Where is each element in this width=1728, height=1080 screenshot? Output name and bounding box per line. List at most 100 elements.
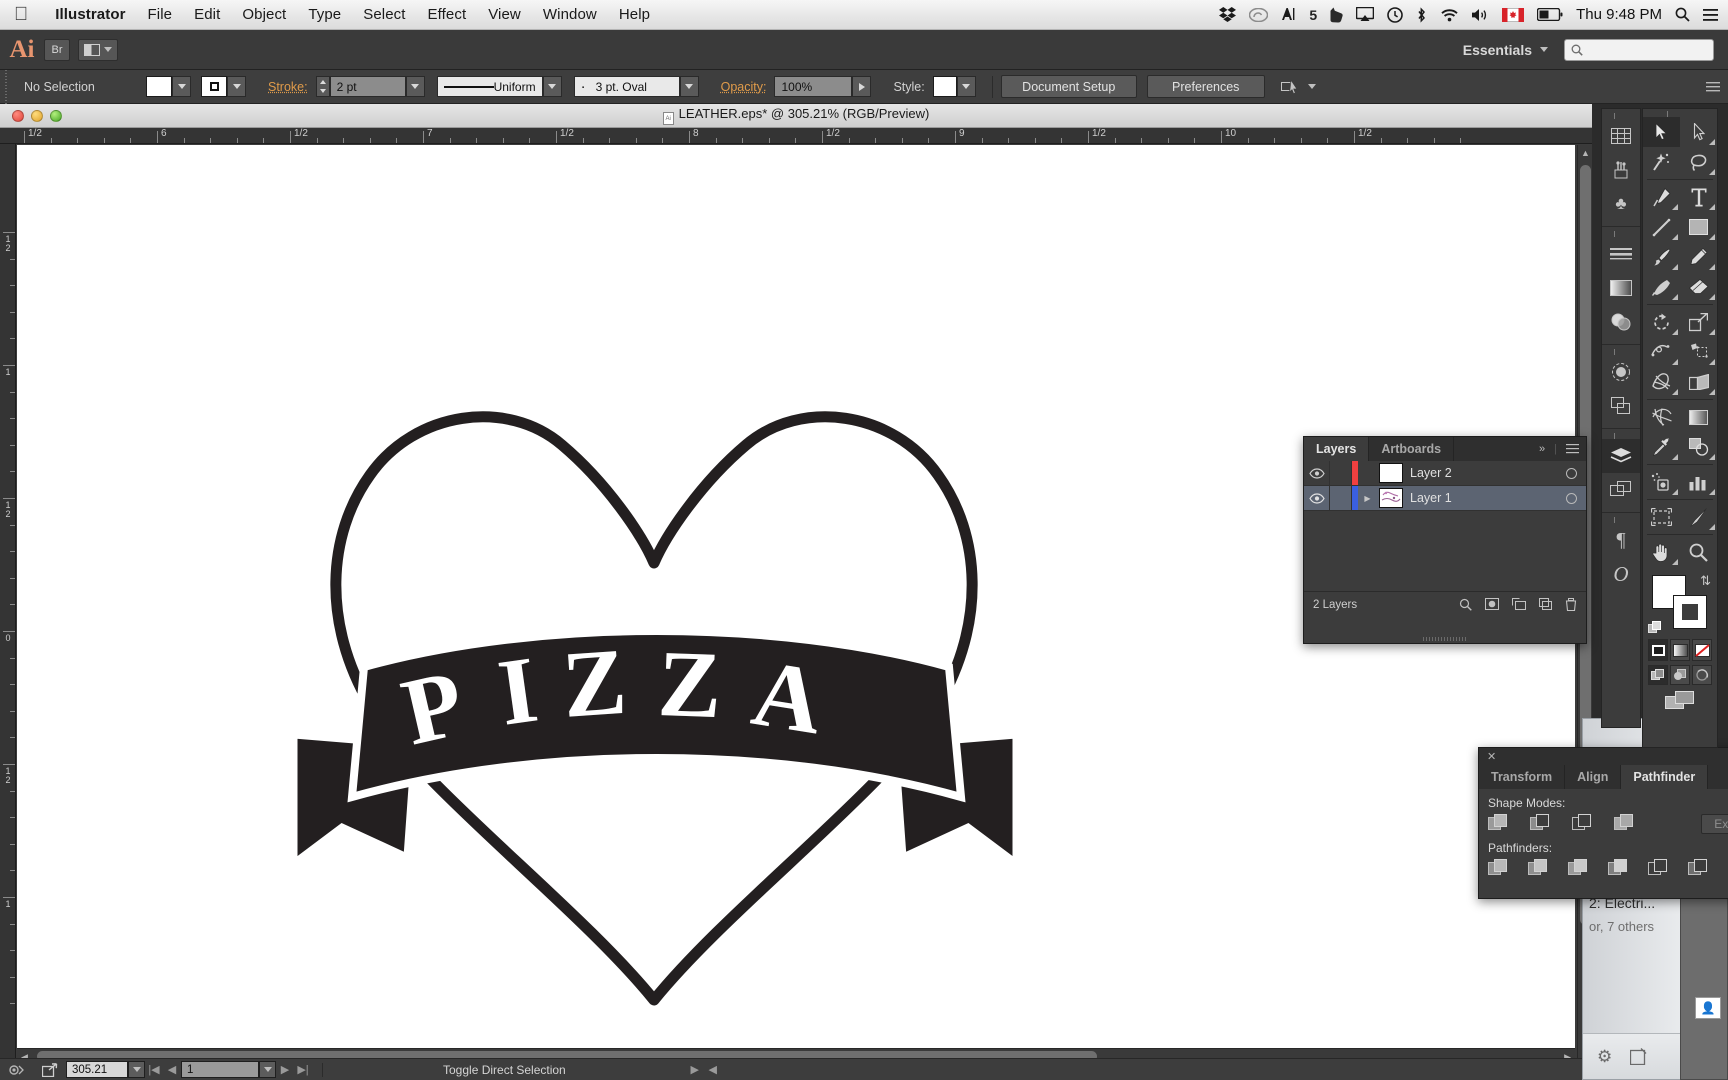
- workspace-switcher[interactable]: Essentials: [1455, 42, 1540, 58]
- stroke-icon[interactable]: [1602, 237, 1640, 271]
- rotate-tool[interactable]: [1643, 307, 1680, 337]
- fill-swatch[interactable]: [146, 76, 172, 97]
- rectangle-tool[interactable]: [1680, 212, 1717, 242]
- dock-group-handle[interactable]: [1602, 112, 1640, 119]
- layer2-target-circle[interactable]: [1566, 467, 1577, 479]
- dock-group-handle[interactable]: [1602, 516, 1640, 523]
- stroke-color-swatch[interactable]: [1673, 595, 1707, 629]
- pathfinder-close-icon[interactable]: ✕: [1479, 748, 1728, 765]
- artboard-tool[interactable]: [1643, 502, 1680, 532]
- tab-pathfinder[interactable]: Pathfinder: [1621, 765, 1709, 789]
- layer1-visibility-toggle[interactable]: [1304, 486, 1330, 510]
- layer-row-layer2[interactable]: Layer 2: [1304, 461, 1586, 486]
- tool-status-label[interactable]: Toggle Direct Selection: [443, 1063, 566, 1077]
- character-icon[interactable]: O: [1602, 557, 1640, 591]
- alfred-icon[interactable]: [1281, 7, 1296, 22]
- delete-layer-icon[interactable]: [1565, 598, 1577, 611]
- gear-icon[interactable]: ⚙: [1597, 1047, 1612, 1067]
- next-artboard-button[interactable]: ▶: [276, 1063, 294, 1076]
- artboard-dropdown[interactable]: [259, 1061, 276, 1078]
- draw-inside-icon[interactable]: [1692, 665, 1712, 685]
- fill-dropdown[interactable]: [172, 76, 191, 97]
- select-similar-icon[interactable]: [1280, 78, 1316, 95]
- artboards-icon[interactable]: [1602, 473, 1640, 507]
- symbols-icon[interactable]: ♣: [1602, 187, 1640, 221]
- layers-icon[interactable]: [1602, 439, 1640, 473]
- gradient-tool[interactable]: [1680, 402, 1717, 432]
- graphic-style-swatch[interactable]: [932, 76, 957, 97]
- zoom-level-field[interactable]: 305.21: [66, 1061, 128, 1078]
- scroll-up-arrow[interactable]: ▲: [1581, 148, 1590, 158]
- vertical-ruler[interactable]: 12 1 12 0 12 1: [0, 144, 16, 1064]
- paintbrush-tool[interactable]: [1643, 242, 1680, 272]
- wifi-icon[interactable]: [1440, 8, 1459, 22]
- brush-definition-field[interactable]: · 3 pt. Oval: [573, 76, 680, 97]
- document-setup-button[interactable]: Document Setup: [1000, 75, 1137, 98]
- layer2-visibility-toggle[interactable]: [1304, 461, 1330, 485]
- eraser-tool[interactable]: [1680, 272, 1717, 302]
- create-sublayer-icon[interactable]: [1512, 598, 1526, 611]
- transparency-icon[interactable]: [1602, 305, 1640, 339]
- menu-file[interactable]: File: [137, 6, 184, 23]
- exclude-icon[interactable]: [1614, 814, 1636, 834]
- dock-group-handle[interactable]: [1602, 230, 1640, 237]
- magic-wand-tool[interactable]: [1643, 147, 1680, 177]
- minus-back-icon[interactable]: [1688, 859, 1710, 879]
- shape-builder-tool[interactable]: [1643, 367, 1680, 397]
- horizontal-ruler[interactable]: 1/2 6 1/2 7 1/2 8 1/2 9 1/2 10 1/2: [0, 128, 1592, 144]
- color-mode-icon[interactable]: [1648, 639, 1668, 661]
- style-dropdown[interactable]: [956, 76, 976, 97]
- gradient-mode-icon[interactable]: [1670, 639, 1690, 661]
- search-input[interactable]: [1564, 38, 1714, 61]
- tab-layers[interactable]: Layers: [1304, 437, 1370, 461]
- stroke-dropdown[interactable]: [227, 76, 246, 97]
- menu-select[interactable]: Select: [352, 6, 416, 23]
- layer1-lock-toggle[interactable]: [1330, 486, 1352, 510]
- compose-icon[interactable]: [1630, 1048, 1647, 1065]
- tab-align[interactable]: Align: [1565, 765, 1622, 789]
- dock-group-handle[interactable]: [1602, 348, 1640, 355]
- brush-definition-dropdown[interactable]: [679, 76, 699, 97]
- crop-icon[interactable]: [1608, 859, 1630, 879]
- stroke-swatch[interactable]: [201, 76, 227, 97]
- status-resize-arrow[interactable]: ◀: [704, 1063, 722, 1076]
- canada-flag-icon[interactable]: [1502, 7, 1525, 22]
- layer1-target-circle[interactable]: [1566, 492, 1577, 504]
- color-icon[interactable]: [1602, 119, 1640, 153]
- layer2-lock-toggle[interactable]: [1330, 461, 1352, 485]
- panel-menu-icon[interactable]: [1566, 443, 1579, 455]
- collapse-panel-icon[interactable]: »: [1539, 443, 1545, 455]
- last-artboard-button[interactable]: ▶|: [294, 1063, 312, 1076]
- share-on-behance-icon[interactable]: [34, 1062, 66, 1077]
- selection-tool[interactable]: [1643, 117, 1680, 147]
- gradient-icon[interactable]: [1602, 271, 1640, 305]
- tab-artboards[interactable]: Artboards: [1369, 437, 1455, 461]
- battery-icon[interactable]: [1537, 8, 1563, 21]
- expand-button[interactable]: Expand: [1701, 814, 1728, 834]
- change-screen-mode-icon[interactable]: [1643, 687, 1717, 713]
- slice-tool[interactable]: [1680, 502, 1717, 532]
- intersect-icon[interactable]: [1572, 814, 1594, 834]
- tab-transform[interactable]: Transform: [1479, 765, 1566, 789]
- menu-effect[interactable]: Effect: [417, 6, 478, 23]
- menu-type[interactable]: Type: [297, 6, 352, 23]
- blend-tool[interactable]: [1680, 432, 1717, 462]
- swap-fill-stroke-icon[interactable]: ⇅: [1700, 573, 1711, 589]
- new-layer-icon[interactable]: [1539, 598, 1552, 611]
- menu-view[interactable]: View: [477, 6, 532, 23]
- free-transform-tool[interactable]: [1680, 337, 1717, 367]
- stroke-weight-stepper[interactable]: [315, 76, 330, 97]
- zoom-level-dropdown[interactable]: [128, 1061, 145, 1078]
- arrange-documents-icon[interactable]: [78, 38, 118, 61]
- line-segment-tool[interactable]: [1643, 212, 1680, 242]
- preview-icon[interactable]: [0, 1063, 34, 1077]
- airplay-icon[interactable]: [1356, 7, 1375, 22]
- none-mode-icon[interactable]: [1692, 639, 1712, 661]
- lasso-tool[interactable]: [1680, 147, 1717, 177]
- stroke-label[interactable]: Stroke:: [260, 80, 316, 94]
- volume-icon[interactable]: [1472, 8, 1489, 22]
- eyedropper-tool[interactable]: [1643, 432, 1680, 462]
- previous-artboard-button[interactable]: ◀: [163, 1063, 181, 1076]
- search-icon[interactable]: [1675, 7, 1690, 22]
- pencil-tool[interactable]: [1680, 242, 1717, 272]
